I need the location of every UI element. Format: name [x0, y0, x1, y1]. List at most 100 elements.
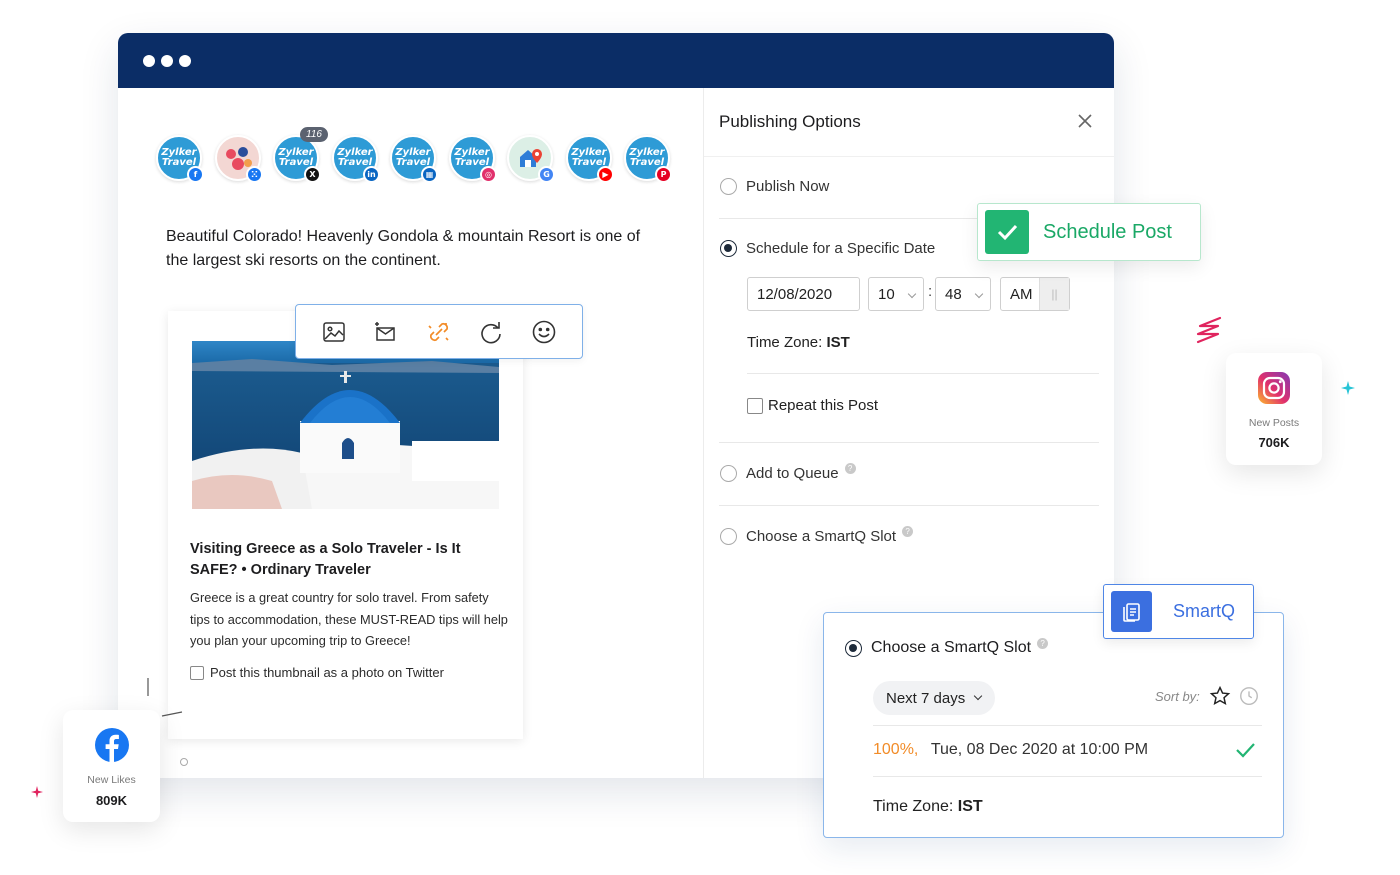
mail-add-icon[interactable]: [372, 317, 402, 347]
instagram-icon: [1257, 371, 1291, 410]
post-composer: Zylker Travel f ⵘ Zylker Travel X Zylker Trav…: [118, 88, 703, 778]
checkmark-icon: [985, 210, 1029, 254]
divider: [873, 725, 1262, 726]
timezone-line: Time Zone: IST: [747, 334, 850, 351]
window-dot: [143, 55, 155, 67]
smartq-choose-option[interactable]: Choose a SmartQ Slot ?: [845, 637, 1049, 657]
channel-avatar-facebook[interactable]: Zylker Travel f: [156, 135, 204, 183]
channel-avatar-youtube[interactable]: Zylker Travel ▶: [566, 135, 614, 183]
schedule-radio[interactable]: [720, 240, 737, 257]
divider: [873, 776, 1262, 777]
youtube-icon: ▶: [597, 166, 614, 183]
time-separator: :: [928, 283, 933, 300]
help-icon[interactable]: ?: [844, 463, 856, 474]
divider: [747, 373, 1099, 374]
smartq-choose-label: Choose a SmartQ Slot: [871, 639, 1032, 656]
smartq-panel: Choose a SmartQ Slot ? Next 7 days Sort …: [823, 612, 1284, 838]
minute-select[interactable]: 48: [935, 277, 991, 311]
google-business-icon: G: [538, 166, 555, 183]
avatar-brand-text: Zylker Travel: [629, 147, 665, 168]
channel-avatar-pinterest[interactable]: Zylker Travel P: [624, 135, 672, 183]
link-shorten-icon[interactable]: [424, 317, 454, 347]
minute-value: 48: [945, 285, 962, 303]
image-icon[interactable]: [319, 317, 349, 347]
avatar-brand-text: Zylker Travel: [337, 147, 373, 168]
linkedin-page-icon: ▦: [421, 166, 438, 183]
smartq-timezone: Time Zone: IST: [873, 798, 983, 816]
divider: [719, 505, 1099, 506]
emoji-icon[interactable]: [529, 317, 559, 347]
chevron-down-icon: [907, 289, 917, 299]
schedule-label: Schedule for a Specific Date: [746, 240, 936, 257]
publish-now-label: Publish Now: [746, 178, 830, 195]
range-value: Next 7 days: [886, 689, 966, 707]
twitter-thumbnail-option[interactable]: Post this thumbnail as a photo on Twitte…: [190, 665, 444, 680]
post-text[interactable]: Beautiful Colorado! Heavenly Gondola & m…: [166, 225, 666, 273]
smartq-badge-label: SmartQ: [1173, 601, 1236, 621]
smartq-icon: [1111, 591, 1152, 632]
link-preview-card: Visiting Greece as a Solo Traveler - Is …: [168, 311, 523, 739]
add-queue-radio[interactable]: [720, 465, 737, 482]
burst-decoration: [147, 678, 183, 717]
x-icon: X: [304, 166, 321, 183]
avatar-brand-text: Zylker Travel: [454, 147, 490, 168]
channel-avatar-linkedin[interactable]: Zylker Travel in: [332, 135, 380, 183]
checkmark-icon: [1234, 739, 1256, 766]
instagram-stat-value: 706K: [1258, 435, 1290, 450]
ampm-toggle[interactable]: AM ||: [1000, 277, 1070, 311]
twitter-thumbnail-label: Post this thumbnail as a photo on Twitte…: [210, 665, 444, 680]
date-field[interactable]: 12/08/2020: [747, 277, 860, 311]
help-icon[interactable]: ?: [1037, 637, 1049, 649]
avatar-brand-text: Zylker Travel: [278, 147, 314, 168]
carousel-dot[interactable]: [180, 758, 188, 766]
instagram-icon: ◎: [480, 166, 497, 183]
smartq-slot-radio[interactable]: [720, 528, 737, 545]
chevron-down-icon: [973, 691, 983, 701]
hour-select[interactable]: 10: [868, 277, 924, 311]
window-dot: [161, 55, 173, 67]
repeat-checkbox[interactable]: [747, 397, 763, 414]
preview-image: [192, 341, 499, 509]
repeat-option[interactable]: Repeat this Post: [747, 397, 878, 414]
publish-now-option[interactable]: Publish Now: [720, 178, 829, 195]
smartq-slot-label: Choose a SmartQ Slot: [746, 528, 897, 545]
slot-row[interactable]: 100%, Tue, 08 Dec 2020 at 10:00 PM: [873, 741, 1148, 759]
window-dot: [179, 55, 191, 67]
schedule-post-label: Schedule Post: [1043, 220, 1172, 243]
date-value: 12/08/2020: [757, 285, 833, 303]
instagram-stats-card: New Posts 706K: [1226, 353, 1322, 465]
smartq-badge[interactable]: SmartQ: [1103, 584, 1254, 639]
smartq-choose-radio[interactable]: [845, 639, 862, 657]
sort-label: Sort by:: [1155, 689, 1200, 704]
sparkle-decoration: [1341, 381, 1355, 395]
channel-count-badge: 116: [300, 127, 328, 142]
add-queue-option[interactable]: Add to Queue ?: [720, 463, 856, 482]
linkedin-icon: in: [363, 166, 380, 183]
preview-title[interactable]: Visiting Greece as a Solo Traveler - Is …: [190, 539, 510, 581]
publish-now-radio[interactable]: [720, 178, 737, 195]
schedule-option[interactable]: Schedule for a Specific Date: [720, 240, 935, 257]
channel-avatar-linkedin-page[interactable]: Zylker Travel ▦: [390, 135, 438, 183]
smartq-slot-option[interactable]: Choose a SmartQ Slot ?: [720, 526, 914, 545]
channel-avatar-google-business[interactable]: G: [507, 135, 555, 183]
smartq-tz-value: IST: [957, 798, 983, 815]
hour-value: 10: [878, 285, 895, 303]
sparkle-decoration: [31, 786, 43, 798]
channel-avatar-facebook-group[interactable]: ⵘ: [215, 135, 263, 183]
twitter-thumbnail-checkbox[interactable]: [190, 665, 204, 680]
pinterest-icon: P: [655, 166, 672, 183]
channel-avatar-instagram[interactable]: Zylker Travel ◎: [449, 135, 497, 183]
star-icon[interactable]: [1209, 685, 1231, 712]
facebook-icon: f: [187, 166, 204, 183]
facebook-stats-card: New Likes 809K: [63, 710, 160, 822]
timezone-value: IST: [826, 334, 850, 351]
close-icon[interactable]: [1074, 110, 1096, 132]
schedule-post-badge[interactable]: Schedule Post: [977, 203, 1201, 261]
redo-icon[interactable]: [476, 317, 506, 347]
divider: [719, 442, 1099, 443]
facebook-group-icon: ⵘ: [246, 166, 263, 183]
toggle-handle-icon[interactable]: ||: [1039, 278, 1069, 310]
clock-icon[interactable]: [1238, 685, 1260, 712]
range-dropdown[interactable]: Next 7 days: [873, 681, 996, 715]
help-icon[interactable]: ?: [902, 526, 914, 537]
